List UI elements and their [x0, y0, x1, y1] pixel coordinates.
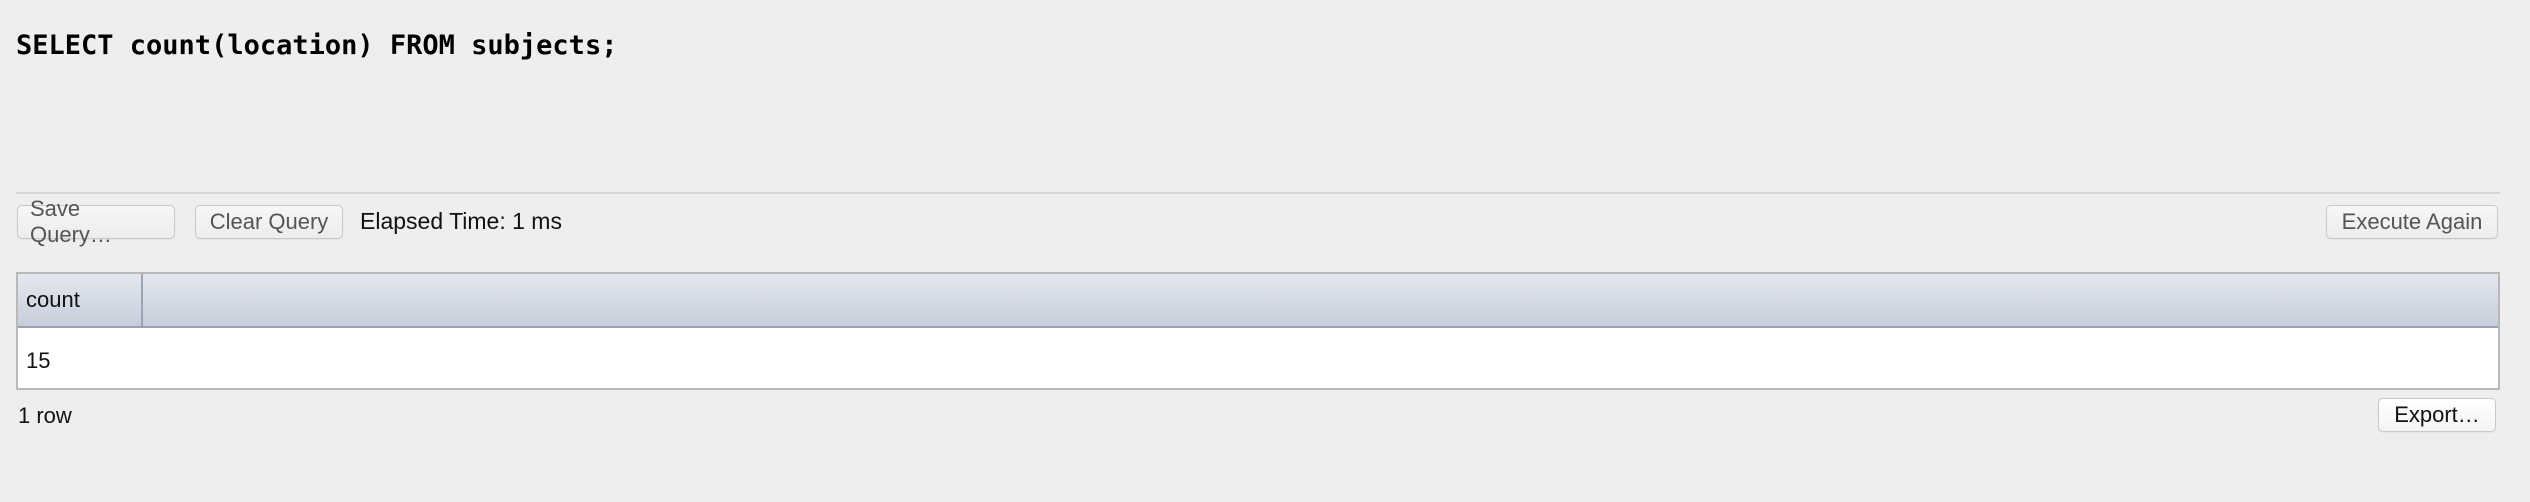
execute-again-button[interactable]: Execute Again — [2326, 205, 2498, 239]
results-header: count — [18, 274, 2498, 328]
export-button[interactable]: Export… — [2378, 398, 2496, 432]
sql-editor[interactable]: SELECT count(location) FROM subjects; — [16, 30, 2496, 170]
row-count-label: 1 row — [18, 403, 72, 428]
clear-query-button[interactable]: Clear Query — [195, 205, 343, 239]
divider — [16, 192, 2500, 194]
column-header-count[interactable]: count — [18, 274, 143, 326]
save-query-button[interactable]: Save Query… — [17, 196, 175, 247]
elapsed-time-label: Elapsed Time: 1 ms — [360, 208, 562, 234]
results-table: count 15 — [16, 272, 2500, 390]
table-cell[interactable]: 15 — [26, 348, 50, 374]
